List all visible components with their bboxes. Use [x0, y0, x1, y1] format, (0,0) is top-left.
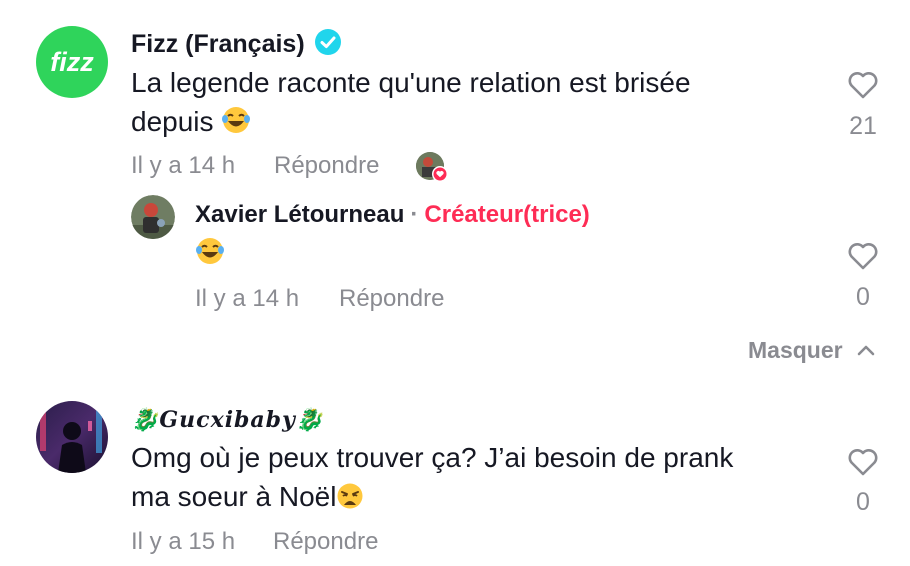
- heart-badge-icon: [432, 166, 448, 182]
- comment-text-line1: Omg où je peux trouver ça? J’ai besoin d…: [131, 442, 734, 473]
- fizz-logo-icon: fizz: [50, 47, 94, 77]
- weary-face-emoji-icon: [336, 481, 364, 520]
- fizz-avatar[interactable]: fizz: [36, 26, 108, 98]
- author-name: Fizz (Français): [131, 30, 305, 58]
- hide-replies-label: Masquer: [748, 337, 843, 363]
- comment-text: Omg où je peux trouver ça? J’ai besoin d…: [131, 438, 811, 520]
- reply-button[interactable]: Répondre: [274, 152, 379, 180]
- like-count: 21: [849, 112, 877, 140]
- hide-replies-button[interactable]: Masquer: [748, 337, 875, 364]
- heart-outline-icon: [848, 243, 878, 270]
- heart-outline-icon: [848, 449, 878, 476]
- reply-like-button[interactable]: [847, 241, 879, 276]
- separator-dot: ·: [410, 201, 419, 228]
- chevron-up-icon: [857, 345, 875, 356]
- comment-author[interactable]: Fizz (Français): [131, 30, 305, 59]
- heart-outline-icon: [848, 72, 878, 99]
- creator-badge: Créateur(trice): [424, 201, 590, 228]
- laughing-emoji-icon: [221, 105, 251, 145]
- reply-button[interactable]: Répondre: [273, 528, 378, 556]
- svg-text:fizz: fizz: [50, 47, 94, 77]
- like-button[interactable]: [847, 70, 879, 105]
- reply-like-count: 0: [856, 283, 870, 311]
- like-button[interactable]: [847, 447, 879, 482]
- reply-time: Il y a 14 h: [195, 285, 300, 312]
- reply-emoji-laughing-icon: 😂: [195, 236, 225, 271]
- reply-reply-button[interactable]: Répondre: [339, 285, 444, 313]
- reply-author-line: Xavier Létourneau · Créateur(trice): [195, 201, 590, 229]
- comment-author[interactable]: 🐉𝑮𝒖𝒄𝒙𝒊𝒃𝒂𝒃𝒚🐉: [131, 407, 324, 433]
- like-count: 0: [856, 488, 870, 516]
- verified-badge-icon: [315, 29, 341, 55]
- gucxibaby-avatar[interactable]: [36, 401, 108, 473]
- xavier-avatar[interactable]: [131, 195, 175, 239]
- comment-text-line1: La legende raconte qu'une relation est b…: [131, 67, 691, 98]
- comment-text-line2: depuis: [131, 106, 214, 137]
- comment-text-line2: ma soeur à Noël: [131, 481, 337, 512]
- comment-time: Il y a 14 h: [131, 152, 236, 179]
- reply-author[interactable]: Xavier Létourneau: [195, 201, 404, 228]
- comment-time: Il y a 15 h: [131, 528, 236, 555]
- comment-text: La legende raconte qu'une relation est b…: [131, 63, 811, 145]
- creator-liked-avatar: [416, 152, 448, 182]
